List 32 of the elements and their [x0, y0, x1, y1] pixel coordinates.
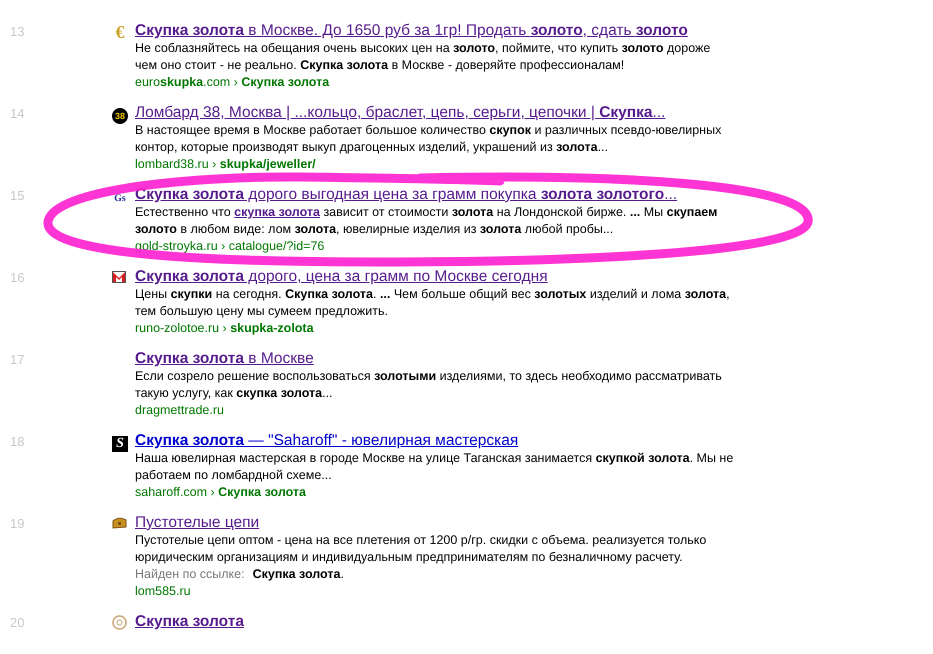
result-title-link[interactable]: Скупка золота — "Saharoff" - ювелирная мастерская: [135, 431, 835, 450]
favicon-icon: S: [112, 436, 128, 452]
chest-icon: [112, 516, 127, 529]
target-icon: [112, 615, 127, 630]
result-snippet: Цены скупки на сегодня. Скупка золота. ... Чем больше общий вес золотых изделий и лома золота, тем большую цену мы сумеем предложить.: [135, 286, 731, 320]
result-url[interactable]: lombard38.ru › skupka/jeweller/: [135, 156, 835, 173]
result-snippet: Пустотелые цепи оптом - цена на все плетения от 1200 р/гр. скидки с объема. реализуется только юридическим организациям и индивидуальным предпринимателям по безналичному расчету.: [135, 532, 708, 566]
result-title-link[interactable]: Скупка золота в Москве. До 1650 руб за 1гр! Продать золото, сдать золото: [135, 21, 835, 40]
euro-icon: €: [112, 24, 128, 40]
snippet-link[interactable]: скупка золота: [234, 205, 320, 219]
result-url[interactable]: saharoff.com › Скупка золота: [135, 484, 835, 501]
result-snippet: Если созрело решение воспользоваться золотыми изделиями, то здесь необходимо рассматривать такую услугу, как скупка золота...: [135, 368, 723, 402]
result-snippet: В настоящее время в Москве работает большое количество скупок и различных псевдо-ювелирных контор, которые производят выкуп драгоценных изделий, украшений из золота...: [135, 122, 722, 156]
result-url[interactable]: lom585.ru: [135, 583, 835, 600]
result-snippet: Наша ювелирная мастерская в городе Москве на улице Таганская занимается скупкой золота. Мы не работаем по ломбардной схеме...: [135, 450, 734, 484]
result-title-link[interactable]: Скупка золота дорого, цена за грамм по Москве сегодня: [135, 267, 835, 286]
result-title-link[interactable]: Ломбард 38, Москва | ...кольцо, браслет, цепь, серьги, цепочки | Скупка...: [135, 103, 835, 122]
favicon-icon: Gs: [112, 190, 128, 206]
result-snippet: Естественно что скупка золота зависит от стоимости золота на Лондонской бирже. ... Мы скупаем золото в любом виде: лом золота, ювелирные изделия из золота любой пробы...: [135, 204, 718, 238]
result-snippet: Не соблазняйтесь на обещания очень высоких цен на золото, поймите, что купить золото дороже чем оно стоит - не реально. Скупка золота в Москве - доверяйте профессионалам!: [135, 40, 712, 74]
result-url[interactable]: gold-stroyka.ru › catalogue/?id=76: [135, 238, 835, 255]
result-url[interactable]: euroskupka.com › Скупка золота: [135, 74, 835, 91]
found-by-label: Найден по ссылке:: [135, 566, 245, 583]
result-title-link[interactable]: Скупка золота в Москве: [135, 349, 835, 368]
result-title-link[interactable]: Скупка золота: [135, 612, 835, 631]
envelope-icon: [112, 270, 126, 284]
found-by-text: Скупка золота.: [252, 566, 344, 583]
result-url[interactable]: runo-zolotoe.ru › skupka-zolota: [135, 320, 835, 337]
result-title-link[interactable]: Пустотелые цепи: [135, 513, 835, 532]
favicon-icon: 38: [112, 108, 128, 124]
result-title-link[interactable]: Скупка золота дорого выгодная цена за грамм покупка золота золотого...: [135, 185, 835, 204]
result-url[interactable]: dragmettrade.ru: [135, 402, 835, 419]
